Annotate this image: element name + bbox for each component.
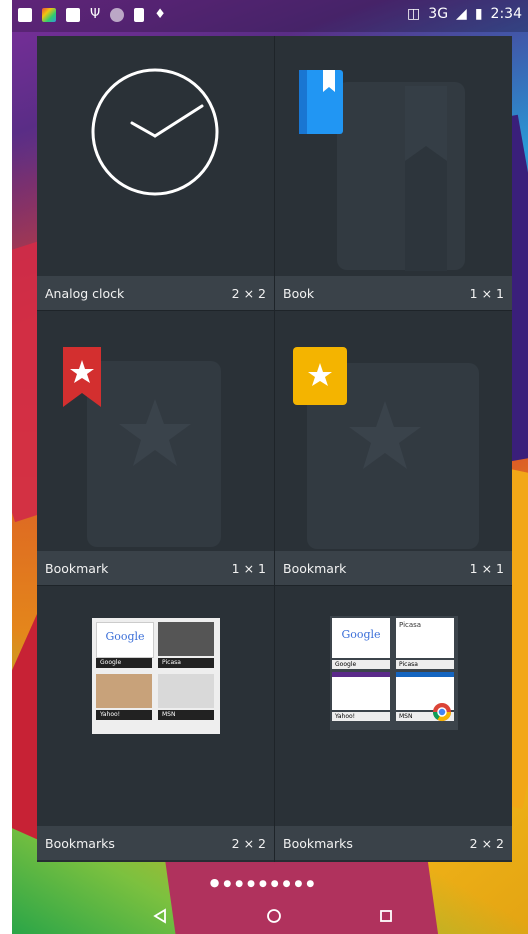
thumb-yahoo-image xyxy=(96,674,152,708)
page-dot: ● xyxy=(223,879,236,889)
page-dot: ● xyxy=(270,879,283,889)
widget-size: 1 × 1 xyxy=(231,561,266,576)
widget-name: Analog clock xyxy=(45,286,125,301)
column-divider xyxy=(274,36,275,862)
recents-icon xyxy=(380,910,392,922)
status-bar: Ψ ♦ ◫ 3G ◢ ▮ 2:34 xyxy=(12,0,528,32)
gallery-notification-icon xyxy=(18,7,32,22)
wifi-icon xyxy=(110,7,125,22)
navigation-bar xyxy=(12,896,528,934)
network-type: 3G xyxy=(428,6,449,22)
widget-size: 2 × 2 xyxy=(231,836,266,851)
widget-preview xyxy=(37,36,274,276)
page-dot: ● xyxy=(247,879,259,889)
thumb-picasa-label: Picasa xyxy=(396,660,454,669)
vibrate-icon: ◫ xyxy=(407,6,421,22)
signal-icon: ◢ xyxy=(456,6,467,22)
widget-item-book[interactable]: Book 1 × 1 xyxy=(275,36,512,310)
widget-label: Bookmark 1 × 1 xyxy=(275,551,512,585)
thumb-yahoo-image xyxy=(332,672,390,710)
widget-label: Book 1 × 1 xyxy=(275,276,512,310)
bookmarks-grid-preview: Google Google Picasa Yahoo! MSN xyxy=(92,618,220,734)
widget-name: Bookmarks xyxy=(45,836,115,851)
page-dot: ● xyxy=(306,879,319,889)
page-dot-active: ● xyxy=(209,876,224,889)
widget-size: 1 × 1 xyxy=(469,561,504,576)
widget-label: Analog clock 2 × 2 xyxy=(37,276,274,310)
thumb-msn-image xyxy=(158,674,214,708)
lock-icon xyxy=(66,7,80,22)
bookmarks-grid-preview-chrome: Google Picasa Google Picasa Yahoo! MSN xyxy=(330,616,458,730)
chrome-logo-icon xyxy=(433,703,451,722)
row-divider xyxy=(37,310,512,311)
row-divider xyxy=(37,585,512,586)
widget-name: Bookmark xyxy=(45,561,109,576)
thumb-google: Google xyxy=(332,618,390,658)
widget-name: Bookmarks xyxy=(283,836,353,851)
thumb-google-label: Google xyxy=(96,658,152,668)
thumb-google-label: Google xyxy=(332,660,390,669)
page-dot: ● xyxy=(258,879,271,889)
thumb-picasa: Picasa xyxy=(396,618,454,658)
home-icon xyxy=(267,909,281,923)
widget-size: 2 × 2 xyxy=(231,286,266,301)
book-icon xyxy=(299,70,447,271)
widget-label: Bookmarks 2 × 2 xyxy=(37,826,274,860)
analog-clock-icon xyxy=(91,68,219,196)
thumb-msn-label: MSN xyxy=(158,710,214,720)
widget-label: Bookmarks 2 × 2 xyxy=(275,826,512,860)
thumb-yahoo-label: Yahoo! xyxy=(332,712,390,721)
home-button[interactable] xyxy=(260,902,288,930)
widget-item-analog-clock[interactable]: Analog clock 2 × 2 xyxy=(37,36,274,310)
app-notification-icon xyxy=(42,7,56,22)
debug-icon: ♦ xyxy=(154,7,166,22)
widget-item-bookmark[interactable]: Bookmark 1 × 1 xyxy=(37,311,274,585)
recents-button[interactable] xyxy=(372,902,400,930)
sd-card-icon xyxy=(134,7,145,22)
widget-picker: Analog clock 2 × 2 Book 1 × 1 Bookmark 1… xyxy=(37,36,512,862)
clock-time: 2:34 xyxy=(490,6,522,22)
widget-item-bookmarks-chrome[interactable]: Google Picasa Google Picasa Yahoo! MSN B… xyxy=(275,586,512,860)
thumb-picasa-image xyxy=(158,622,214,656)
widget-preview xyxy=(37,311,274,551)
widget-label: Bookmark 1 × 1 xyxy=(37,551,274,585)
widget-size: 1 × 1 xyxy=(469,286,504,301)
widget-preview: Google Picasa Google Picasa Yahoo! MSN xyxy=(275,586,512,826)
page-dot: ● xyxy=(294,879,307,889)
widget-size: 2 × 2 xyxy=(469,836,504,851)
thumb-google: Google xyxy=(96,622,154,658)
bookmark-red-icon xyxy=(63,347,191,466)
thumb-yahoo-label: Yahoo! xyxy=(96,710,152,720)
widget-name: Book xyxy=(283,286,315,301)
thumb-picasa-label: Picasa xyxy=(158,658,214,668)
page-dot: ● xyxy=(282,879,295,889)
page-indicator: ●●●●●●●●● xyxy=(0,876,528,889)
back-icon xyxy=(153,908,166,924)
widget-item-bookmarks[interactable]: Google Google Picasa Yahoo! MSN Bookmark… xyxy=(37,586,274,860)
usb-icon: Ψ xyxy=(90,7,101,22)
widget-preview: Google Google Picasa Yahoo! MSN xyxy=(37,586,274,826)
widget-name: Bookmark xyxy=(283,561,347,576)
widget-preview xyxy=(275,36,512,276)
widget-item-bookmark-yellow[interactable]: Bookmark 1 × 1 xyxy=(275,311,512,585)
page-dot: ● xyxy=(235,879,248,889)
battery-icon: ▮ xyxy=(474,6,483,22)
widget-preview xyxy=(275,311,512,551)
home-screen: Ψ ♦ ◫ 3G ◢ ▮ 2:34 Analog clock 2 × 2 Boo… xyxy=(0,0,528,934)
bookmark-yellow-icon xyxy=(293,347,421,469)
back-button[interactable] xyxy=(146,902,174,930)
